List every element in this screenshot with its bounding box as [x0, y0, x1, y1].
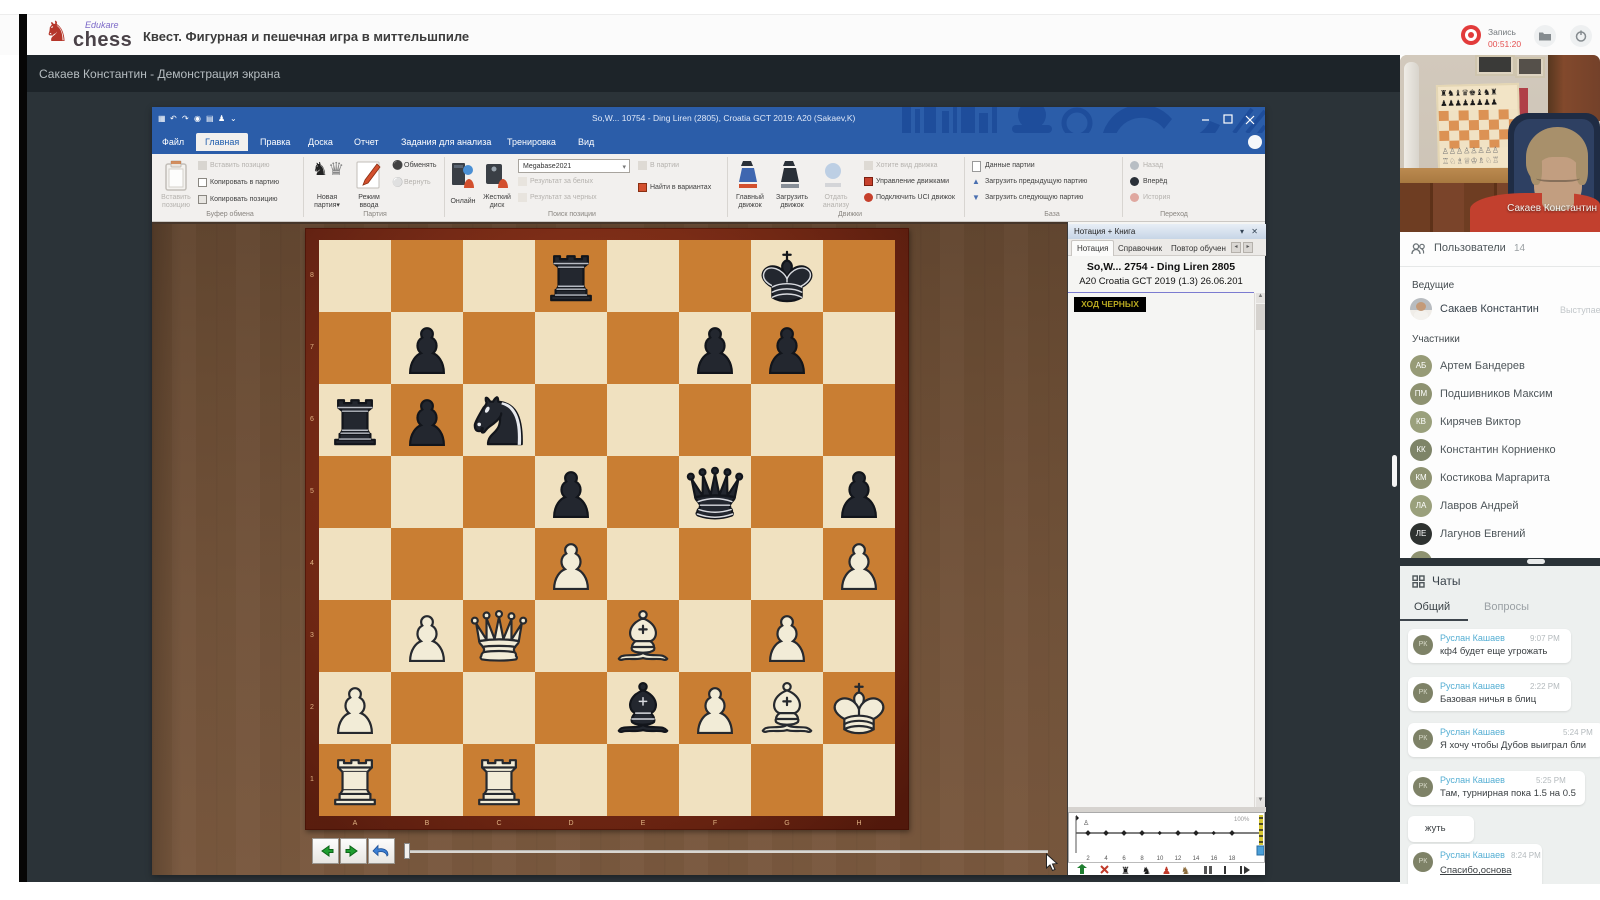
svg-text:♟: ♟: [218, 114, 225, 123]
svg-text:♞: ♞: [1142, 866, 1151, 876]
svg-text:⌄: ⌄: [230, 114, 237, 123]
svg-text:♜: ♜: [1121, 866, 1130, 876]
svg-text:▦: ▦: [158, 114, 166, 123]
svg-text:So,W... 10754 - Ding Liren (28: So,W... 10754 - Ding Liren (2805), Croat…: [592, 113, 855, 123]
svg-text:↷: ↷: [182, 114, 189, 123]
svg-text:100%: 100%: [1234, 817, 1250, 823]
svg-text:▤: ▤: [206, 114, 214, 123]
svg-text:♞: ♞: [1181, 866, 1190, 876]
svg-text:♙: ♙: [1083, 819, 1089, 827]
svg-text:♟: ♟: [1162, 866, 1171, 876]
svg-text:◉: ◉: [194, 114, 201, 123]
svg-text:↶: ↶: [170, 114, 177, 123]
